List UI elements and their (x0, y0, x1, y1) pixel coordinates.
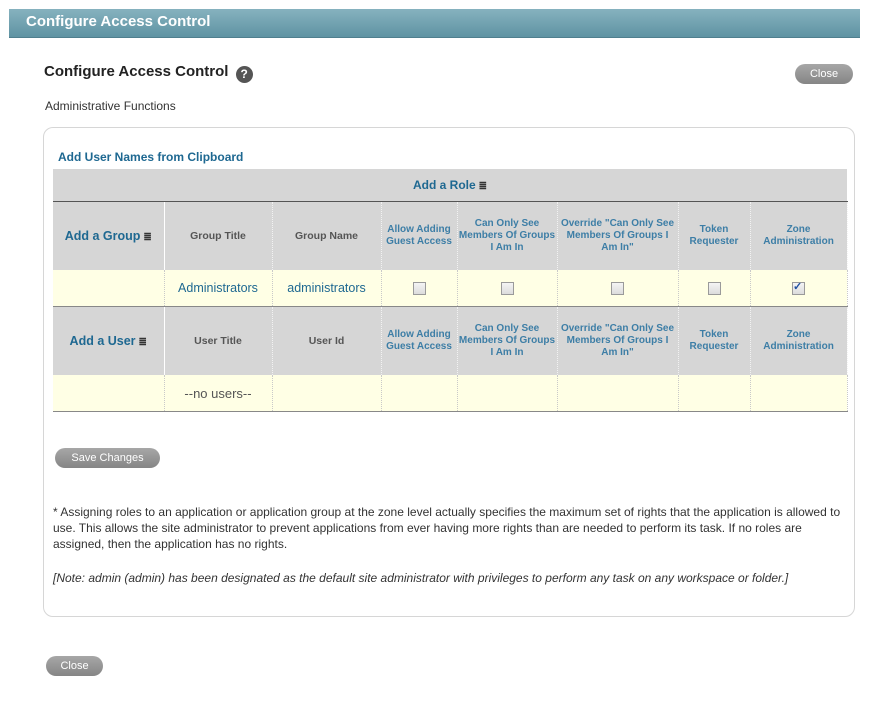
role-cell (557, 270, 679, 307)
role-checkbox[interactable] (500, 282, 514, 296)
role-column-header: Override "Can Only See Members Of Groups… (557, 201, 679, 270)
group-name-cell[interactable]: administrators (272, 270, 382, 307)
group-title-column-header: Group Title (164, 201, 273, 270)
close-button-bottom[interactable]: Close (46, 656, 103, 676)
add-a-role-link[interactable]: Add a Role (413, 178, 476, 192)
group-row-spacer (53, 270, 165, 307)
add-a-user-header[interactable]: Add a User ≣ (53, 306, 165, 375)
group-name-column-header: Group Name (272, 201, 382, 270)
table-row: --no users-- (53, 375, 848, 412)
user-title-column-header: User Title (164, 306, 273, 375)
role-checkbox[interactable] (611, 282, 624, 296)
role-column-header: Allow Adding Guest Access (381, 306, 458, 375)
save-changes-button[interactable]: Save Changes (55, 448, 160, 468)
role-column-header: Override "Can Only See Members Of Groups… (557, 306, 679, 375)
add-user-names-from-clipboard-link[interactable]: Add User Names from Clipboard (58, 150, 243, 164)
empty-cell (457, 375, 558, 412)
page-title-text: Configure Access Control (44, 63, 229, 80)
window-title: Configure Access Control (26, 13, 211, 30)
role-column-header: Can Only See Members Of Groups I Am In (457, 306, 558, 375)
role-checkbox[interactable] (707, 282, 721, 296)
empty-cell (557, 375, 679, 412)
empty-cell (750, 375, 848, 412)
filter-icon[interactable]: ≣ (143, 232, 151, 243)
role-column-header: Can Only See Members Of Groups I Am In (457, 201, 558, 270)
access-control-table: Add a Role ≣ Add a Group ≣ Group Title Gro… (53, 169, 848, 412)
role-column-header: Allow Adding Guest Access (381, 201, 458, 270)
close-button-top[interactable]: Close (795, 64, 853, 84)
user-id-column-header: User Id (272, 306, 382, 375)
empty-cell (272, 375, 382, 412)
filter-icon[interactable]: ≣ (479, 181, 487, 192)
add-a-group-header[interactable]: Add a Group ≣ (53, 201, 165, 270)
role-column-header: Token Requester (678, 306, 751, 375)
role-checkbox[interactable] (792, 280, 806, 296)
empty-cell (381, 375, 458, 412)
filter-icon[interactable]: ≣ (139, 337, 147, 348)
table-row: Administrators administrators (53, 270, 848, 307)
role-cell (678, 270, 751, 307)
role-cell (750, 270, 848, 307)
add-a-group-link[interactable]: Add a Group (65, 229, 141, 243)
group-title-cell[interactable]: Administrators (164, 270, 273, 307)
role-cell (457, 270, 558, 307)
role-cell (381, 270, 458, 307)
role-column-header: Zone Administration (750, 306, 848, 375)
role-column-header: Token Requester (678, 201, 751, 270)
add-a-user-link[interactable]: Add a User (70, 334, 136, 348)
section-subtitle: Administrative Functions (45, 99, 176, 113)
page-title: Configure Access Control ? (44, 63, 253, 83)
add-a-role-header[interactable]: Add a Role ≣ (53, 169, 848, 202)
help-icon[interactable]: ? (235, 66, 253, 83)
user-row-spacer (53, 375, 165, 412)
role-checkbox[interactable] (412, 282, 426, 296)
role-column-header: Zone Administration (750, 201, 848, 270)
roles-note: * Assigning roles to an application or a… (53, 505, 841, 551)
admin-note: [Note: admin (admin) has been designated… (53, 571, 789, 585)
no-users-text: --no users-- (164, 375, 273, 412)
window-title-bar: Configure Access Control (9, 9, 860, 38)
empty-cell (678, 375, 751, 412)
